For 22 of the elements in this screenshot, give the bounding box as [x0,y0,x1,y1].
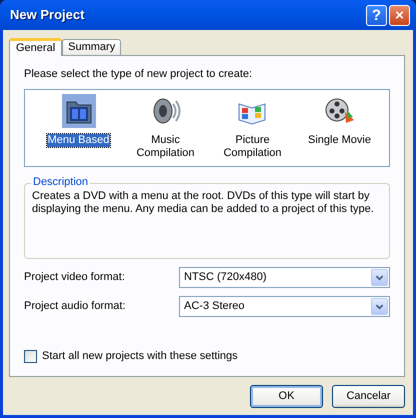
project-type-item[interactable]: Single Movie [307,134,372,148]
field-label: Project video format: [24,271,126,284]
folder-icon [62,94,96,128]
window-title: New Project [10,7,86,23]
dialog-button[interactable]: Cancelar [332,385,405,408]
checkbox-label[interactable]: Start all new projects with these settings [42,350,238,364]
description-text: Creates a DVD with a menu at the root. DVDs of this type will start by displaying the menu. Any media can be added to a project of this type. [32,190,375,217]
prompt-text: Please select the type of new project to create: [24,68,254,82]
dropdown-value: AC-3 Stereo [184,300,245,314]
project-type-item[interactable]: Menu Based [46,134,110,148]
tab[interactable]: Summary [62,39,122,55]
help-button[interactable]: ? [366,4,387,26]
dropdown-value: NTSC (720x480) [184,271,267,284]
project-type-item[interactable]: Music Compilation [122,134,209,160]
field-label: Project audio format: [24,300,126,314]
dialog-button[interactable]: OK [250,385,323,408]
tab[interactable]: General [9,38,62,56]
group-legend: Description [31,176,90,190]
checkbox[interactable] [24,350,37,364]
dropdown[interactable]: AC-3 Stereo [179,296,390,318]
project-type-item[interactable]: Picture Compilation [209,134,296,160]
dropdown[interactable]: NTSC (720x480) [179,267,390,288]
